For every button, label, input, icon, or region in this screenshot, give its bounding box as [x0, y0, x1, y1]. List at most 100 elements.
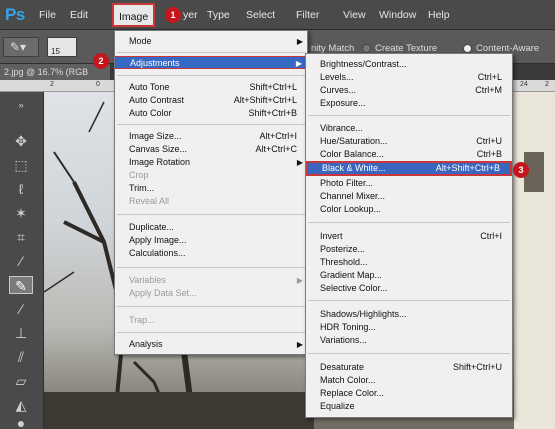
menu-item-image-rotation[interactable]: Image Rotation ▶	[115, 156, 307, 169]
submenu-arrow-icon: ▶	[295, 59, 302, 68]
menu-item-photo-filter[interactable]: Photo Filter...	[306, 177, 512, 190]
menu-item-auto-color[interactable]: Auto Color Shift+Ctrl+B	[115, 107, 307, 120]
menu-filter[interactable]: Filter	[296, 9, 319, 21]
menu-window[interactable]: Window	[379, 9, 416, 21]
eyedropper-tool-icon[interactable]: ⁄	[9, 252, 33, 270]
crop-tool-icon[interactable]: ⌗	[9, 228, 33, 246]
menu-item-label: Variations...	[320, 335, 367, 345]
menu-item-replace-color[interactable]: Replace Color...	[306, 387, 512, 400]
menu-item-shortcut: Shift+Ctrl+B	[248, 108, 297, 118]
clone-stamp-tool-icon[interactable]: ⊥	[9, 324, 33, 342]
menu-select[interactable]: Select	[246, 9, 275, 21]
menu-item-invert[interactable]: Invert Ctrl+I	[306, 230, 512, 243]
menu-item-curves[interactable]: Curves... Ctrl+M	[306, 84, 512, 97]
menu-item-hue-saturation[interactable]: Hue/Saturation... Ctrl+U	[306, 135, 512, 148]
collapse-panel-icon[interactable]: »	[9, 96, 33, 114]
menu-item-label: Color Balance...	[320, 149, 385, 159]
menu-item-reveal-all[interactable]: Reveal All	[115, 195, 307, 208]
menu-item-selective-color[interactable]: Selective Color...	[306, 282, 512, 295]
brush-size-picker[interactable]: 15	[47, 37, 77, 57]
marquee-tool-icon[interactable]: ⬚	[9, 156, 33, 174]
menu-item-shortcut: Ctrl+M	[475, 85, 502, 95]
eraser-tool-icon[interactable]: ▱	[9, 372, 33, 390]
menu-item-label: Photo Filter...	[320, 178, 374, 188]
menu-item-black-white[interactable]: Black & White... Alt+Shift+Ctrl+B	[306, 161, 512, 176]
menu-item-trap[interactable]: Trap...	[115, 314, 307, 327]
menu-item-label: Gradient Map...	[320, 270, 383, 280]
menu-item-variations[interactable]: Variations...	[306, 334, 512, 347]
menu-item-equalize[interactable]: Equalize	[306, 400, 512, 413]
healing-brush-preset-button[interactable]: ✎▾	[3, 37, 39, 57]
menu-divider	[308, 222, 510, 223]
menu-item-crop[interactable]: Crop	[115, 169, 307, 182]
menu-divider	[117, 124, 305, 125]
menu-item-trim[interactable]: Trim...	[115, 182, 307, 195]
menu-item-shortcut: Ctrl+U	[476, 136, 502, 146]
menu-item-label: Analysis	[129, 339, 163, 349]
menu-item-color-lookup[interactable]: Color Lookup...	[306, 203, 512, 216]
menu-image[interactable]: Image	[112, 3, 156, 27]
menu-item-label: Canvas Size...	[129, 144, 188, 154]
menu-item-label: Shadows/Highlights...	[320, 309, 407, 319]
menu-item-mode[interactable]: Mode ▶	[115, 35, 307, 48]
menu-view[interactable]: View	[343, 9, 366, 21]
menu-item-apply-data-set[interactable]: Apply Data Set...	[115, 287, 307, 300]
menu-item-brightness-contrast[interactable]: Brightness/Contrast...	[306, 58, 512, 71]
menu-edit[interactable]: Edit	[70, 9, 88, 21]
magic-wand-tool-icon[interactable]: ✶	[9, 204, 33, 222]
menu-item-color-balance[interactable]: Color Balance... Ctrl+B	[306, 148, 512, 161]
menu-item-shadows-highlights[interactable]: Shadows/Highlights...	[306, 308, 512, 321]
menu-item-label: Exposure...	[320, 98, 366, 108]
menu-type[interactable]: Type	[207, 9, 230, 21]
menu-item-shortcut: Shift+Ctrl+U	[452, 362, 502, 372]
menu-divider	[117, 267, 305, 268]
menu-item-vibrance[interactable]: Vibrance...	[306, 122, 512, 135]
menu-item-shortcut: Alt+Ctrl+I	[259, 131, 297, 141]
menu-file[interactable]: File	[39, 9, 56, 21]
move-tool-icon[interactable]: ✥	[9, 132, 33, 150]
menu-bar: Ps File Edit Image 1 yer Type Select Fil…	[0, 0, 555, 30]
menu-item-hdr-toning[interactable]: HDR Toning...	[306, 321, 512, 334]
healing-brush-tool-icon[interactable]: ✎	[9, 276, 33, 294]
menu-item-channel-mixer[interactable]: Channel Mixer...	[306, 190, 512, 203]
menu-item-apply-image[interactable]: Apply Image...	[115, 234, 307, 247]
menu-item-label: Image Size...	[129, 131, 182, 141]
menu-divider	[117, 332, 305, 333]
menu-item-label: Adjustments	[130, 58, 180, 68]
menu-item-variables[interactable]: Variables ▶	[115, 274, 307, 287]
menu-item-match-color[interactable]: Match Color...	[306, 374, 512, 387]
menu-item-exposure[interactable]: Exposure...	[306, 97, 512, 110]
history-brush-tool-icon[interactable]: ⫽	[9, 348, 33, 366]
content-aware-radio[interactable]	[463, 44, 472, 53]
menu-item-image-size[interactable]: Image Size... Alt+Ctrl+I	[115, 130, 307, 143]
menu-item-auto-tone[interactable]: Auto Tone Shift+Ctrl+L	[115, 81, 307, 94]
menu-item-analysis[interactable]: Analysis ▶	[115, 338, 307, 351]
menu-item-levels[interactable]: Levels... Ctrl+L	[306, 71, 512, 84]
menu-item-duplicate[interactable]: Duplicate...	[115, 221, 307, 234]
document-tab[interactable]: 2.jpg @ 16.7% (RGB	[0, 64, 110, 80]
menu-item-auto-contrast[interactable]: Auto Contrast Alt+Shift+Ctrl+L	[115, 94, 307, 107]
menu-help[interactable]: Help	[428, 9, 450, 21]
brush-tool-icon[interactable]: ∕	[9, 300, 33, 318]
menu-item-adjustments[interactable]: Adjustments ▶	[115, 56, 307, 69]
paint-bucket-tool-icon[interactable]: ◭	[9, 396, 33, 414]
menu-item-gradient-map[interactable]: Gradient Map...	[306, 269, 512, 282]
menu-item-label: Curves...	[320, 85, 357, 95]
menu-divider	[117, 306, 305, 307]
menu-item-canvas-size[interactable]: Canvas Size... Alt+Ctrl+C	[115, 143, 307, 156]
step-badge-2: 2	[93, 53, 109, 69]
create-texture-radio[interactable]	[362, 44, 371, 53]
lasso-tool-icon[interactable]: ℓ	[9, 180, 33, 198]
menu-item-posterize[interactable]: Posterize...	[306, 243, 512, 256]
menu-item-label: Calculations...	[129, 248, 186, 258]
menu-layer[interactable]: yer	[183, 9, 198, 21]
blur-tool-icon[interactable]: ●	[9, 414, 33, 429]
menu-item-desaturate[interactable]: Desaturate Shift+Ctrl+U	[306, 361, 512, 374]
menu-item-shortcut: Shift+Ctrl+L	[249, 82, 297, 92]
toolbox: » ✥ ⬚ ℓ ✶ ⌗ ⁄ ✎ ∕ ⊥ ⫽ ▱ ◭ ●	[0, 92, 44, 429]
menu-item-label: Channel Mixer...	[320, 191, 386, 201]
submenu-arrow-icon: ▶	[296, 340, 303, 349]
menu-item-calculations[interactable]: Calculations...	[115, 247, 307, 260]
menu-item-threshold[interactable]: Threshold...	[306, 256, 512, 269]
submenu-arrow-icon: ▶	[296, 158, 303, 167]
